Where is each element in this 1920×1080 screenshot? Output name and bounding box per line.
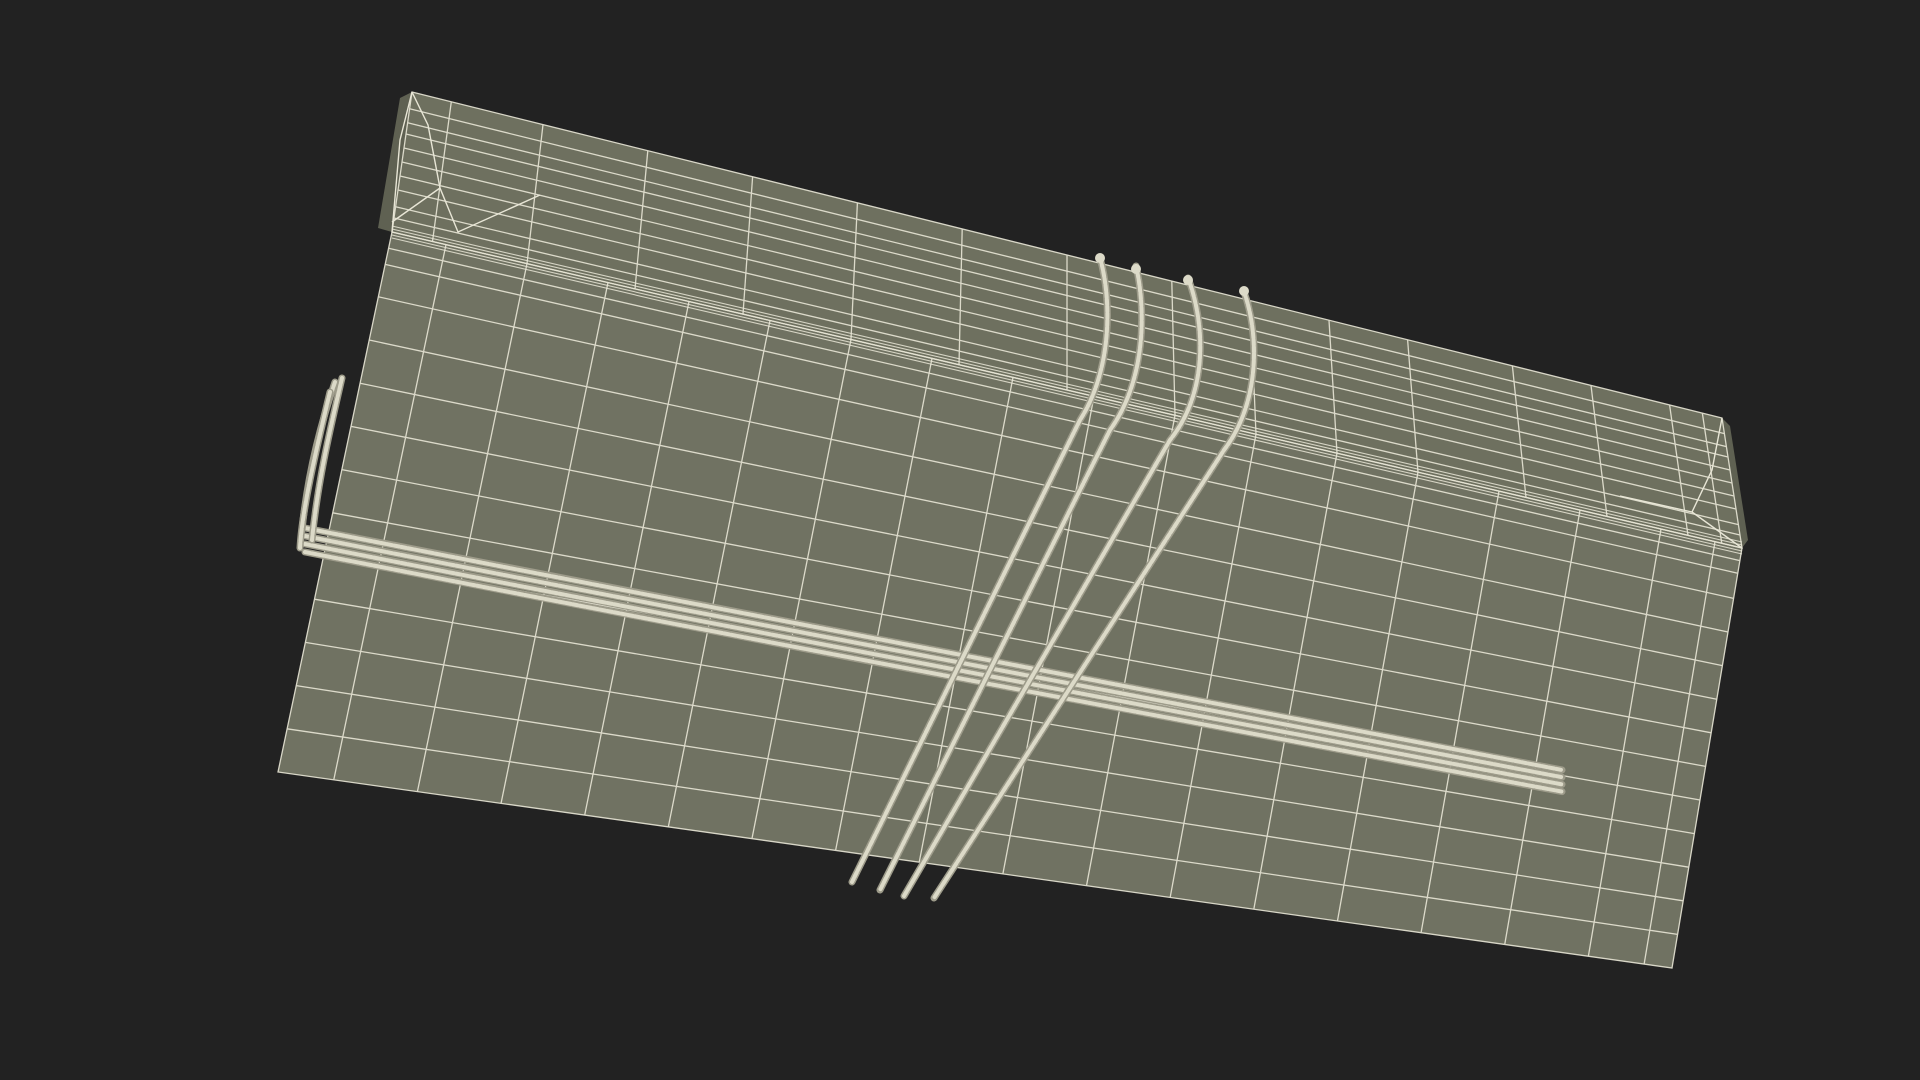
twine-turn-4 bbox=[1239, 286, 1249, 296]
render-viewport bbox=[0, 0, 1920, 1080]
twine-turn-1 bbox=[1095, 253, 1105, 263]
wireframe-parcel-render bbox=[277, 91, 1748, 969]
twine-turn-3 bbox=[1183, 275, 1193, 285]
twine-turn-2 bbox=[1131, 264, 1141, 274]
